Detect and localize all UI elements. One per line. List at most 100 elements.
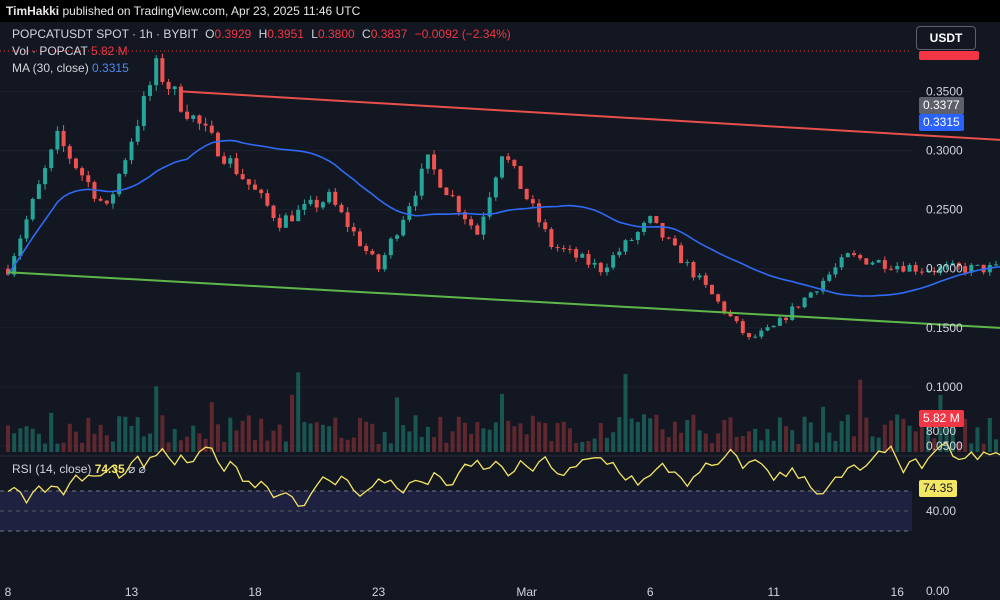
volume-bar xyxy=(12,433,17,452)
volume-bar xyxy=(314,422,319,452)
volume-bar xyxy=(92,433,97,452)
volume-bar xyxy=(512,426,517,452)
candle-body xyxy=(73,158,78,169)
candle-body xyxy=(98,198,103,201)
volume-bar xyxy=(475,422,480,452)
candle-body xyxy=(685,262,690,264)
high-label: H xyxy=(258,27,268,41)
candle-body xyxy=(376,254,381,270)
volume-bar xyxy=(592,438,597,452)
candle-body xyxy=(67,146,72,159)
volume-bar xyxy=(18,428,23,452)
volume-bar xyxy=(339,437,344,452)
candle-body xyxy=(549,229,554,248)
volume-bar xyxy=(994,439,998,452)
symbol-legend: POPCATUSDT SPOT · 1h · BYBIT O0.3929 H0.… xyxy=(12,27,511,41)
candle-body xyxy=(537,203,542,223)
volume-bar xyxy=(913,431,918,452)
volume-bar xyxy=(246,415,251,452)
volume-bar xyxy=(839,421,844,452)
candle-body xyxy=(580,254,585,258)
volume-bar xyxy=(530,415,535,452)
price-badge: 0.3377 xyxy=(919,97,964,114)
rsi-label: RSI (14, close) xyxy=(12,462,92,476)
candle-body xyxy=(296,209,301,222)
volume-bar xyxy=(178,440,183,452)
volume-bar xyxy=(172,428,177,452)
volume-bar xyxy=(975,427,980,452)
rsi-settings-icons[interactable]: ⌀ ⌀ xyxy=(128,462,146,476)
candle-body xyxy=(654,216,659,223)
candle-body xyxy=(30,198,35,220)
volume-bar xyxy=(895,414,900,452)
candle-body xyxy=(567,248,572,250)
candle-body xyxy=(740,321,745,334)
ma-badge: 0.3315 xyxy=(919,114,964,131)
currency-button[interactable]: USDT xyxy=(916,26,976,50)
candle-body xyxy=(444,187,449,196)
candle-body xyxy=(308,199,313,204)
candle-body xyxy=(475,225,480,235)
volume-badge: 5.82 M xyxy=(919,410,964,427)
volume-bars xyxy=(6,372,998,452)
candle-body xyxy=(543,222,548,230)
candle-body xyxy=(228,158,233,164)
candle-body xyxy=(401,219,406,236)
candle-body xyxy=(49,149,54,169)
volume-bar xyxy=(679,432,684,452)
candle-body xyxy=(203,123,208,126)
candle-body xyxy=(160,58,165,82)
change-value: −0.0092 (−2.34%) xyxy=(414,27,511,41)
volume-bar xyxy=(493,422,498,452)
volume-bar xyxy=(160,415,165,452)
candle-body xyxy=(333,191,338,205)
ma-legend: MA (30, close) 0.3315 xyxy=(12,61,129,75)
volume-bar xyxy=(876,437,881,452)
volume-label: Vol · POPCAT xyxy=(12,44,88,58)
volume-bar xyxy=(296,372,301,452)
candle-body xyxy=(265,193,270,206)
candle-body xyxy=(314,199,319,208)
volume-bar xyxy=(697,430,702,452)
volume-bar xyxy=(135,417,140,452)
volume-bar xyxy=(357,417,362,452)
volume-bar xyxy=(154,386,159,452)
candle-body xyxy=(191,115,196,119)
candle-body xyxy=(851,253,856,256)
candle-body xyxy=(648,216,653,223)
candle-body xyxy=(734,316,739,322)
candle-body xyxy=(135,126,140,142)
candle-body xyxy=(246,179,251,185)
candle-body xyxy=(512,159,517,166)
volume-bar xyxy=(709,443,714,452)
candle-body xyxy=(660,222,665,238)
volume-bar xyxy=(185,436,190,452)
candle-body xyxy=(864,258,869,265)
candle-body xyxy=(277,218,282,228)
volume-bar xyxy=(413,415,418,452)
volume-bar xyxy=(438,416,443,452)
candle-body xyxy=(209,125,214,133)
volume-bar xyxy=(327,426,332,452)
candle-body xyxy=(784,317,789,320)
volume-bar xyxy=(450,431,455,452)
candle-body xyxy=(141,95,146,127)
volume-bar xyxy=(166,442,171,452)
price-chart[interactable]: 0.05000.10000.15000.20000.25000.30000.35… xyxy=(0,0,1000,600)
candle-body xyxy=(407,206,412,220)
candle-body xyxy=(623,240,628,252)
candle-body xyxy=(327,191,332,203)
candle-body xyxy=(592,262,597,265)
volume-bar xyxy=(30,428,35,452)
candle-body xyxy=(253,184,257,190)
time-axis-tick: 23 xyxy=(372,585,386,599)
candle-body xyxy=(61,130,66,147)
price-axis-tick: 0.2500 xyxy=(926,203,963,217)
volume-bar xyxy=(864,417,869,452)
candle-body xyxy=(722,301,727,313)
volume-bar xyxy=(36,433,41,452)
candle-body xyxy=(259,189,264,194)
candle-body xyxy=(703,275,708,285)
volume-bar xyxy=(481,428,486,452)
volume-bar xyxy=(518,423,523,452)
